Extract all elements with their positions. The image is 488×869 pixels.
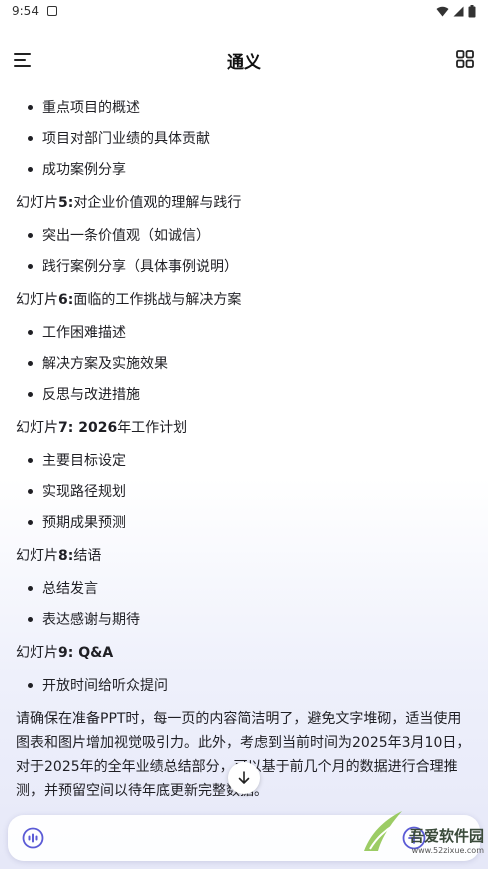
grid-icon[interactable] (456, 50, 474, 68)
wifi-icon (436, 6, 449, 16)
arrow-down-icon (238, 771, 250, 784)
bullet-icon (28, 105, 33, 110)
message-input-bar[interactable] (8, 815, 480, 861)
list-item: 预期成果预测 (16, 507, 472, 538)
chat-response: 重点项目的概述 项目对部门业绩的具体贡献 成功案例分享 幻灯片 5: 对企业价值观… (0, 92, 488, 808)
bullet-icon (28, 264, 33, 269)
menu-icon[interactable] (13, 52, 33, 68)
battery-icon (468, 4, 476, 17)
status-time: 9:54 (12, 4, 39, 18)
scroll-down-button[interactable] (228, 762, 260, 794)
list-item: 开放时间给听众提问 (16, 670, 472, 701)
list-item: 总结发言 (16, 573, 472, 604)
bullet-icon (28, 233, 33, 238)
bullet-icon (28, 683, 33, 688)
bullet-icon (28, 520, 33, 525)
bullet-icon (28, 392, 33, 397)
bullet-icon (28, 458, 33, 463)
top-bullet-list: 重点项目的概述 项目对部门业绩的具体贡献 成功案例分享 (16, 92, 472, 185)
list-item: 表达感谢与期待 (16, 604, 472, 635)
slide-heading-8: 幻灯片 8: 结语 (16, 547, 102, 564)
list-item: 解决方案及实施效果 (16, 348, 472, 379)
bullet-icon (28, 361, 33, 366)
list-item: 主要目标设定 (16, 445, 472, 476)
list-item: 实现路径规划 (16, 476, 472, 507)
notification-icon (46, 6, 57, 16)
list-item: 项目对部门业绩的具体贡献 (16, 123, 472, 154)
list-item: 成功案例分享 (16, 154, 472, 185)
bullet-icon (28, 136, 33, 141)
send-icon[interactable] (402, 826, 426, 850)
slide-heading-6: 幻灯片 6: 面临的工作挑战与解决方案 (16, 291, 242, 308)
bullet-icon (28, 167, 33, 172)
bullet-icon (28, 586, 33, 591)
status-bar: 9:54 (0, 0, 488, 22)
page-title: 通义 (227, 52, 261, 73)
bullet-icon (28, 489, 33, 494)
signal-icon (453, 6, 464, 16)
voice-icon[interactable] (22, 827, 44, 849)
list-item: 重点项目的概述 (16, 92, 472, 123)
list-item: 反思与改进措施 (16, 379, 472, 410)
bullet-icon (28, 617, 33, 622)
bullet-icon (28, 330, 33, 335)
header: 通义 (0, 38, 488, 82)
slide-heading-5: 幻灯片 5: 对企业价值观的理解与践行 (16, 194, 242, 211)
list-item: 践行案例分享（具体事例说明） (16, 251, 472, 282)
slide-heading-7: 幻灯片 7: 2026 年工作计划 (16, 419, 188, 436)
slide-heading-9: 幻灯片 9: Q&A (16, 644, 114, 661)
list-item: 工作困难描述 (16, 317, 472, 348)
list-item: 突出一条价值观（如诚信） (16, 220, 472, 251)
